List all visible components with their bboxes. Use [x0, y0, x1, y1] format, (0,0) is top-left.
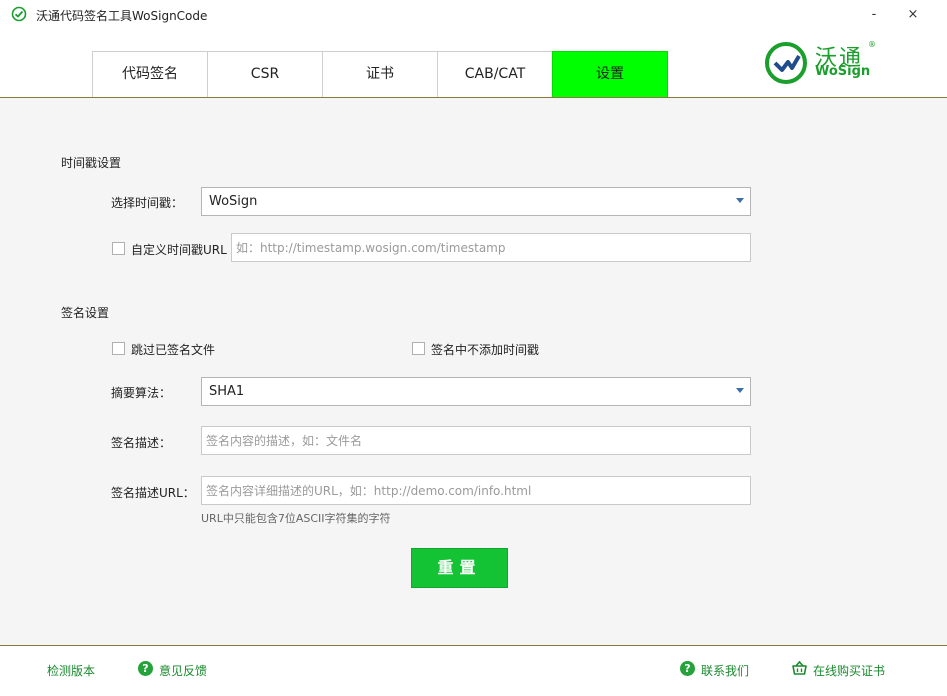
sign-section-title: 签名设置	[61, 306, 110, 320]
digest-algorithm-label: 摘要算法：	[111, 386, 172, 400]
wosign-logo-mark-icon	[765, 42, 807, 84]
tab-csr[interactable]: CSR	[207, 51, 323, 97]
timestamp-select[interactable]: WoSign	[201, 187, 751, 216]
timestamp-select-value: WoSign	[209, 194, 258, 209]
title-bar: 沃通代码签名工具WoSignCode - ×	[0, 0, 947, 30]
timestamp-section-title: 时间戳设置	[61, 156, 122, 170]
logo-text-en: WoSign	[815, 64, 871, 79]
sign-description-input[interactable]	[201, 426, 751, 455]
sign-description-label: 签名描述：	[111, 436, 172, 450]
skip-signed-checkbox[interactable]	[112, 342, 125, 355]
url-hint-text: URL中只能包含7位ASCII字符集的字符	[201, 512, 391, 525]
dropdown-arrow-icon	[736, 198, 744, 203]
dropdown-arrow-icon	[736, 388, 744, 393]
no-timestamp-checkbox[interactable]	[412, 342, 425, 355]
question-circle-icon: ?	[138, 661, 153, 676]
logo-registered-mark: ®	[868, 40, 876, 49]
digest-algorithm-value: SHA1	[209, 384, 245, 399]
reset-button[interactable]: 重置	[411, 548, 508, 588]
question-circle-icon: ?	[680, 661, 695, 676]
tab-cab-cat[interactable]: CAB/CAT	[437, 51, 553, 97]
buy-certificate-link[interactable]: 在线购买证书	[813, 662, 885, 679]
tab-settings[interactable]: 设置	[552, 51, 668, 97]
custom-timestamp-label: 自定义时间戳URL	[131, 243, 227, 257]
sign-description-url-input[interactable]	[201, 476, 751, 505]
tab-certificate[interactable]: 证书	[322, 51, 438, 97]
sign-description-url-label: 签名描述URL：	[111, 486, 195, 500]
checkmark-circle-icon	[11, 6, 27, 22]
contact-us-link[interactable]: 联系我们	[701, 662, 749, 679]
close-button[interactable]: ×	[901, 4, 925, 26]
timestamp-select-label: 选择时间戳：	[111, 196, 184, 210]
custom-timestamp-checkbox[interactable]	[112, 242, 125, 255]
no-timestamp-label: 签名中不添加时间戳	[431, 343, 540, 357]
tab-code-sign[interactable]: 代码签名	[92, 51, 208, 97]
skip-signed-label: 跳过已签名文件	[131, 343, 216, 357]
minimize-button[interactable]: -	[862, 4, 886, 26]
custom-timestamp-url-input[interactable]	[231, 233, 751, 262]
check-version-link[interactable]: 检测版本	[47, 662, 95, 679]
window-title: 沃通代码签名工具WoSignCode	[36, 9, 208, 23]
basket-icon	[791, 660, 808, 677]
feedback-link[interactable]: 意见反馈	[159, 662, 207, 679]
digest-algorithm-select[interactable]: SHA1	[201, 377, 751, 406]
